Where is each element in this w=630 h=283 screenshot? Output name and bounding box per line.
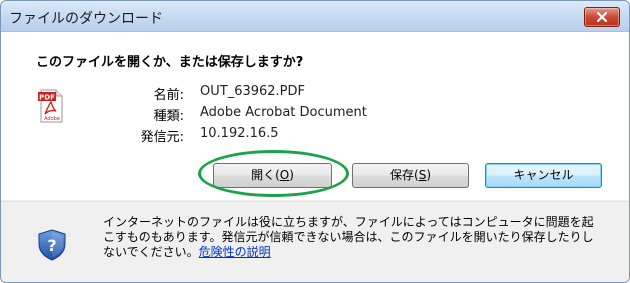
save-paren-close: ) <box>426 168 431 182</box>
pdf-file-icon: PDF Adobe <box>38 89 63 123</box>
svg-text:?: ? <box>47 236 56 255</box>
cancel-button[interactable]: キャンセル <box>485 163 602 188</box>
warning-message: インターネットのファイルは役に立ちますが、ファイルによってはコンピュータに問題を… <box>103 215 603 260</box>
open-button-highlight-annotation <box>198 150 349 197</box>
warning-area: ? インターネットのファイルは役に立ちますが、ファイルによってはコンピュータに問… <box>1 201 629 282</box>
question-text: このファイルを開くか、または保存しますか? <box>36 55 304 70</box>
pdf-badge-text: PDF <box>39 94 55 102</box>
source-value: 10.192.16.5 <box>200 126 279 141</box>
security-shield-icon: ? <box>38 229 66 261</box>
cancel-button-label: キャンセル <box>513 168 574 182</box>
window-title: ファイルのダウンロード <box>9 11 163 27</box>
file-download-dialog: ファイルのダウンロード このファイルを開くか、または保存しますか? PDF Ad… <box>0 0 630 283</box>
close-icon <box>597 12 607 22</box>
close-button[interactable] <box>584 7 620 27</box>
warning-text: インターネットのファイルは役に立ちますが、ファイルによってはコンピュータに問題を… <box>103 215 594 259</box>
title-bar[interactable]: ファイルのダウンロード <box>1 1 629 32</box>
source-label: 発信元: <box>140 130 184 145</box>
name-value: OUT_63962.PDF <box>200 84 306 99</box>
type-value: Adobe Acrobat Document <box>200 105 367 120</box>
type-label: 種類: <box>153 109 184 124</box>
save-button[interactable]: 保存(S) <box>352 163 469 188</box>
pdf-caption-text: Adobe <box>44 116 60 122</box>
risk-explanation-link[interactable]: 危険性の説明 <box>199 245 271 259</box>
name-label: 名前: <box>153 88 184 103</box>
save-button-label: 保存( <box>390 168 419 182</box>
